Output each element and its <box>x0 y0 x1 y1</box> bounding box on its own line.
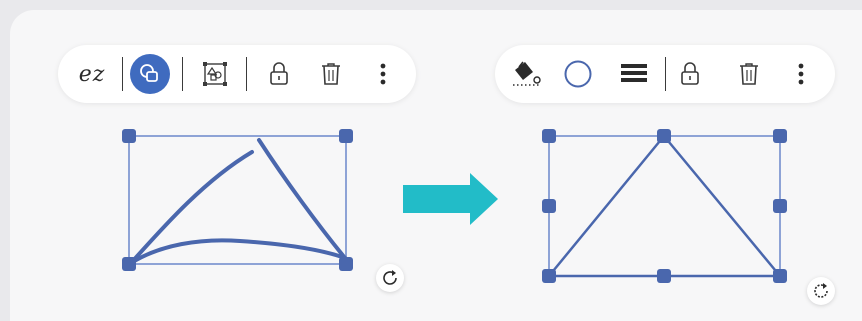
lock-button[interactable] <box>260 55 298 93</box>
fill-color-button[interactable] <box>507 55 545 93</box>
toolbar-divider <box>182 57 183 91</box>
more-vertical-icon <box>380 63 386 85</box>
ez-logo-text: ez <box>78 61 106 87</box>
trash-icon <box>322 63 340 85</box>
convert-shape-button[interactable] <box>196 55 234 93</box>
right-shape-toolbar <box>495 45 835 103</box>
convert-shape-icon <box>203 62 227 86</box>
delete-button[interactable] <box>730 55 768 93</box>
toolbar-divider <box>122 57 123 91</box>
toolbar-divider <box>665 57 666 91</box>
fill-bucket-icon <box>513 61 541 86</box>
circle-outline-icon <box>564 60 592 88</box>
line-weight-icon <box>621 64 647 82</box>
rotate-icon <box>814 283 828 298</box>
rotate-handle[interactable] <box>376 264 404 292</box>
left-shape-toolbar: ez <box>58 45 416 103</box>
more-vertical-icon <box>798 63 804 85</box>
toolbar-divider <box>246 57 247 91</box>
lock-icon <box>270 62 288 85</box>
stroke-color-button[interactable] <box>559 55 597 93</box>
more-options-button[interactable] <box>782 55 820 93</box>
shape-recognize-button[interactable] <box>130 54 170 94</box>
more-options-button[interactable] <box>364 55 402 93</box>
transform-arrow-icon <box>403 173 498 225</box>
lock-button[interactable] <box>671 55 709 93</box>
trash-icon <box>740 63 758 85</box>
shape-recognize-icon <box>140 64 158 82</box>
delete-button[interactable] <box>312 55 350 93</box>
lock-icon <box>681 62 699 85</box>
rotate-icon <box>383 270 397 285</box>
line-weight-button[interactable] <box>615 55 653 93</box>
rotate-handle[interactable] <box>807 277 835 305</box>
ez-logo[interactable]: ez <box>68 55 116 93</box>
